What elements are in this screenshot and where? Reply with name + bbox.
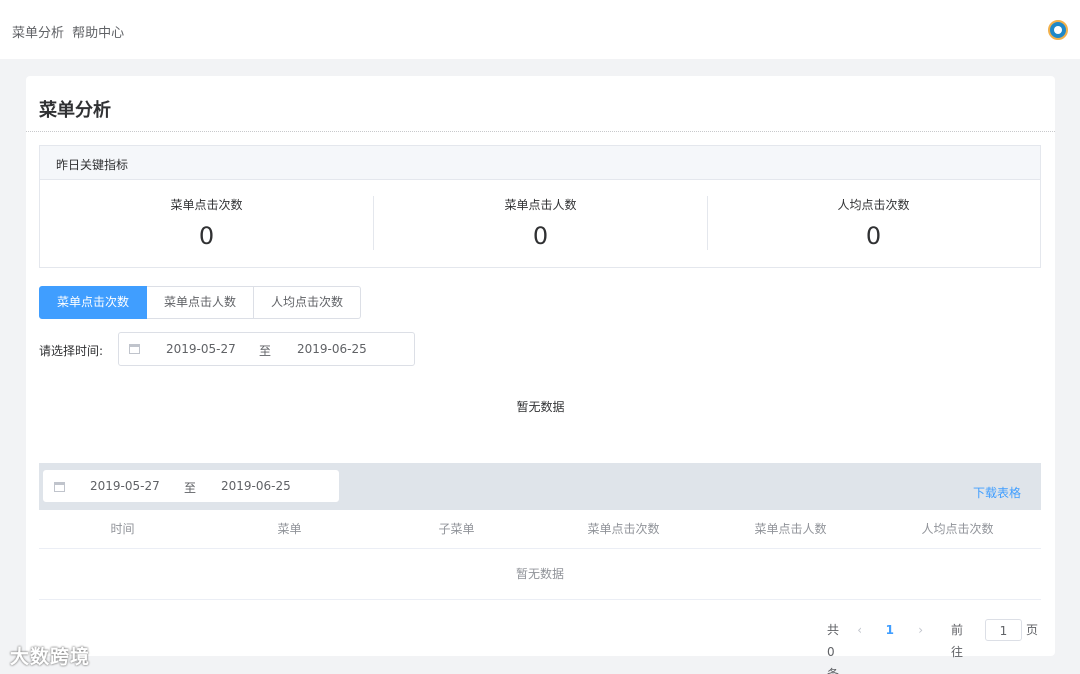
kpi-value: 0 bbox=[865, 222, 882, 250]
kpi-value: 0 bbox=[532, 222, 549, 250]
column-header-avg-clicks: 人均点击次数 bbox=[921, 522, 994, 536]
end-date[interactable]: 2019-06-25 bbox=[221, 479, 291, 493]
calendar-icon bbox=[54, 482, 65, 492]
download-table-link[interactable]: 下载表格 bbox=[973, 484, 1021, 501]
breadcrumb-item-help-center[interactable]: 帮助中心 bbox=[72, 26, 124, 41]
column-header-menu-users: 菜单点击人数 bbox=[754, 522, 827, 536]
breadcrumb: 菜单分析 帮助中心 bbox=[12, 22, 128, 41]
main-card: 菜单分析 昨日关键指标 菜单点击次数 0 菜单点击人数 0 人均点击次数 0 菜… bbox=[26, 76, 1055, 674]
start-date[interactable]: 2019-05-27 bbox=[90, 479, 160, 493]
end-date[interactable]: 2019-06-25 bbox=[297, 342, 367, 356]
page-title: 菜单分析 bbox=[39, 100, 111, 121]
prev-page-button[interactable]: ‹ bbox=[857, 619, 862, 641]
pagination-total: 共 0 条 bbox=[826, 623, 839, 674]
breadcrumb-item-menu-analysis[interactable]: 菜单分析 bbox=[12, 26, 64, 41]
goto-label: 前往 bbox=[950, 623, 963, 659]
table-empty-state: 暂无数据 bbox=[39, 549, 1041, 600]
goto-page-input[interactable]: 1 bbox=[985, 619, 1022, 641]
kpi-label: 菜单点击次数 bbox=[170, 198, 243, 212]
table-toolbar: 2019-05-27 至 2019-06-25 下载表格 bbox=[39, 463, 1041, 510]
range-separator: 至 bbox=[259, 344, 272, 358]
kpi-panel: 昨日关键指标 菜单点击次数 0 菜单点击人数 0 人均点击次数 0 bbox=[39, 145, 1041, 268]
title-divider bbox=[26, 131, 1055, 132]
tab-avg-clicks[interactable]: 人均点击次数 bbox=[254, 286, 362, 319]
table-date-range-picker[interactable]: 2019-05-27 至 2019-06-25 bbox=[43, 470, 339, 502]
next-page-button[interactable]: › bbox=[918, 619, 923, 641]
tab-menu-users[interactable]: 菜单点击人数 bbox=[147, 286, 255, 319]
top-bar: 菜单分析 帮助中心 bbox=[0, 0, 1080, 59]
metric-tabs: 菜单点击次数 菜单点击人数 人均点击次数 bbox=[39, 286, 362, 319]
avatar[interactable] bbox=[1048, 20, 1068, 40]
kpi-value: 0 bbox=[198, 222, 215, 250]
time-select-label: 请选择时间: bbox=[39, 344, 104, 358]
chart-date-range-picker[interactable]: 2019-05-27 至 2019-06-25 bbox=[118, 332, 415, 366]
kpi-users: 菜单点击人数 0 bbox=[374, 180, 707, 268]
calendar-icon bbox=[129, 344, 140, 354]
chart-empty-state: 暂无数据 bbox=[516, 400, 565, 414]
watermark: 大数跨境 bbox=[10, 646, 91, 668]
tab-menu-clicks[interactable]: 菜单点击次数 bbox=[39, 286, 148, 319]
kpi-clicks: 菜单点击次数 0 bbox=[40, 180, 373, 268]
column-header-menu: 菜单 bbox=[277, 522, 302, 536]
kpi-label: 人均点击次数 bbox=[837, 198, 910, 212]
column-header-submenu: 子菜单 bbox=[438, 522, 475, 536]
page-unit-label: 页 bbox=[1025, 623, 1038, 637]
start-date[interactable]: 2019-05-27 bbox=[166, 342, 236, 356]
column-header-menu-clicks: 菜单点击次数 bbox=[587, 522, 660, 536]
kpi-avg-clicks: 人均点击次数 0 bbox=[707, 180, 1040, 268]
page-number-1[interactable]: 1 bbox=[886, 619, 894, 641]
table-header: 时间 菜单 子菜单 菜单点击次数 菜单点击人数 人均点击次数 bbox=[39, 510, 1041, 549]
range-separator: 至 bbox=[184, 481, 197, 495]
kpi-heading: 昨日关键指标 bbox=[40, 146, 1040, 180]
kpi-label: 菜单点击人数 bbox=[504, 198, 577, 212]
column-header-time: 时间 bbox=[110, 522, 135, 536]
